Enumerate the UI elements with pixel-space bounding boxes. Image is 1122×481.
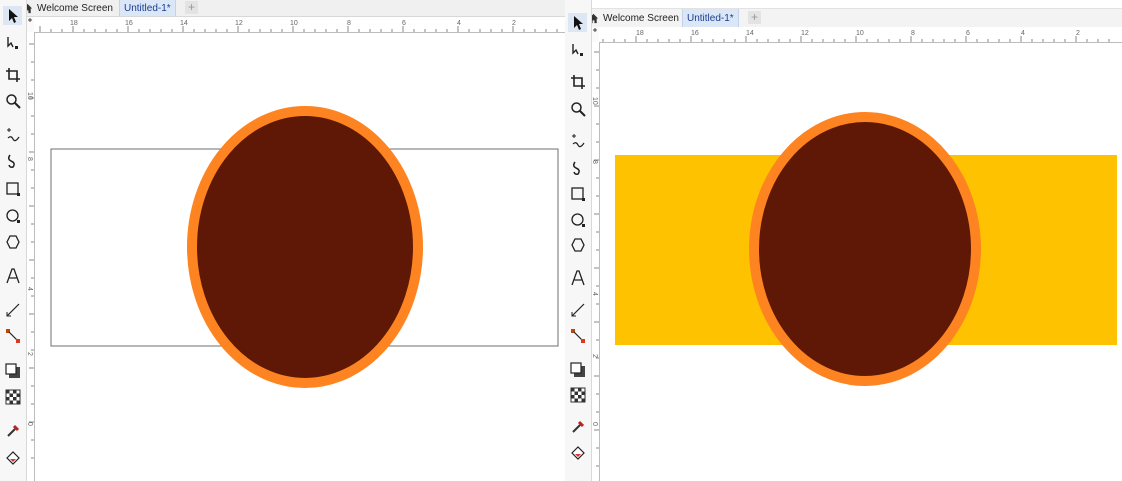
ruler-label: 8: [347, 20, 351, 27]
welcome-screen-tab[interactable]: Welcome Screen: [22, 0, 113, 16]
ellipse-shape[interactable]: [187, 106, 423, 388]
connector-tool-icon[interactable]: [3, 326, 22, 345]
pick-tool-icon[interactable]: [568, 13, 587, 32]
welcome-tab-label: Welcome Screen: [37, 2, 113, 14]
vertical-ruler-label: 10: [592, 97, 598, 105]
toolbox: [0, 0, 27, 481]
text-tool-icon[interactable]: [3, 266, 22, 285]
freehand-tool-icon[interactable]: [3, 125, 22, 144]
ruler-label: 6: [402, 20, 406, 27]
eyedropper-tool-icon[interactable]: [568, 417, 587, 436]
ruler-label: 10: [290, 20, 298, 27]
new-document-tab-button[interactable]: +: [185, 1, 198, 14]
rectangle-tool-icon[interactable]: [568, 184, 587, 203]
horizontal-ruler[interactable]: 18 16 14 12 10 8 6 4 2: [599, 27, 1122, 43]
ruler-label: 16: [125, 20, 133, 27]
ruler-label: 4: [1021, 30, 1025, 37]
artistic-media-tool-icon[interactable]: [3, 151, 22, 170]
polygon-tool-icon[interactable]: [3, 232, 22, 251]
ruler-label: 14: [746, 30, 754, 37]
drawing-artwork: [615, 112, 1117, 386]
ellipse-tool-icon[interactable]: [3, 206, 22, 225]
ruler-origin-icon: [28, 18, 32, 22]
drawing-canvas[interactable]: [600, 43, 1122, 481]
text-tool-icon[interactable]: [568, 268, 587, 287]
right-window: Welcome Screen Untitled-1* + 18 16 14 12…: [565, 0, 1122, 481]
ruler-origin-icon: [593, 28, 597, 32]
document-tab-bar: Welcome Screen Untitled-1* +: [565, 8, 1122, 28]
ellipse-tool-icon[interactable]: [568, 210, 587, 229]
rectangle-tool-icon[interactable]: [3, 179, 22, 198]
vertical-ruler-label: 4: [592, 292, 598, 296]
crop-tool-icon[interactable]: [3, 65, 22, 84]
interactive-fill-tool-icon[interactable]: [3, 448, 22, 467]
ruler-label: 8: [911, 30, 915, 37]
vertical-ruler-label: 0: [27, 422, 33, 426]
vertical-ruler-label: 0: [592, 422, 598, 426]
shape-tool-icon[interactable]: [3, 33, 22, 52]
document-tab-bar: Welcome Screen Untitled-1* +: [0, 0, 565, 17]
welcome-screen-tab[interactable]: Welcome Screen: [588, 9, 679, 27]
horizontal-ruler-graphic: 18 16 14 12 10 8 6 4 2: [39, 20, 558, 32]
ruler-label: 14: [180, 20, 188, 27]
transparency-tool-icon[interactable]: [568, 385, 587, 404]
new-document-tab-button[interactable]: +: [748, 11, 761, 24]
ruler-label: 12: [801, 30, 809, 37]
zoom-tool-icon[interactable]: [568, 99, 587, 118]
ruler-label: 18: [636, 30, 644, 37]
horizontal-ruler-graphic: 18 16 14 12 10 8 6 4 2: [602, 30, 1110, 42]
zoom-tool-icon[interactable]: [3, 91, 22, 110]
vertical-ruler[interactable]: 10 8 4 2 0: [27, 32, 35, 481]
vertical-ruler-label: 8: [592, 160, 598, 164]
polygon-tool-icon[interactable]: [568, 235, 587, 254]
pick-tool-icon[interactable]: [3, 6, 22, 25]
ruler-label: 2: [1076, 30, 1080, 37]
ruler-label: 2: [512, 20, 516, 27]
vertical-ruler-label: 4: [27, 287, 33, 291]
ellipse-shape[interactable]: [749, 112, 981, 386]
ruler-label: 12: [235, 20, 243, 27]
transparency-tool-icon[interactable]: [3, 387, 22, 406]
shape-tool-icon[interactable]: [568, 40, 587, 59]
ruler-label: 16: [691, 30, 699, 37]
eyedropper-tool-icon[interactable]: [3, 421, 22, 440]
vertical-ruler-label: 8: [27, 157, 33, 161]
ruler-label: 18: [70, 20, 78, 27]
connector-tool-icon[interactable]: [568, 326, 587, 345]
interactive-fill-tool-icon[interactable]: [568, 443, 587, 462]
drawing-canvas[interactable]: [35, 33, 565, 481]
crop-tool-icon[interactable]: [568, 72, 587, 91]
vertical-ruler-graphic: 10 8 4 2 0: [592, 51, 599, 467]
dimension-tool-icon[interactable]: [568, 300, 587, 319]
vertical-ruler-graphic: 10 8 4 2 0: [27, 43, 34, 459]
ruler-label: 4: [457, 20, 461, 27]
vertical-ruler-label: 10: [27, 92, 33, 100]
document-tab[interactable]: Untitled-1*: [119, 0, 176, 16]
document-tab-label: Untitled-1*: [124, 2, 171, 14]
ruler-label: 10: [856, 30, 864, 37]
drop-shadow-tool-icon[interactable]: [3, 361, 22, 380]
toolbox: [565, 0, 592, 481]
document-tab[interactable]: Untitled-1*: [682, 9, 739, 27]
drawing-artwork: [50, 106, 559, 388]
ruler-label: 6: [966, 30, 970, 37]
artistic-media-tool-icon[interactable]: [568, 158, 587, 177]
document-tab-label: Untitled-1*: [687, 12, 734, 24]
vertical-ruler-label: 2: [27, 352, 33, 356]
welcome-tab-label: Welcome Screen: [603, 12, 679, 24]
vertical-ruler-label: 2: [592, 354, 598, 358]
left-window: Welcome Screen Untitled-1* + 18 16 14 12…: [0, 0, 565, 481]
vertical-ruler[interactable]: 10 8 4 2 0: [592, 42, 600, 481]
drop-shadow-tool-icon[interactable]: [568, 360, 587, 379]
freehand-tool-icon[interactable]: [568, 131, 587, 150]
dimension-tool-icon[interactable]: [3, 300, 22, 319]
horizontal-ruler[interactable]: 18 16 14 12 10 8 6 4 2: [34, 17, 565, 33]
